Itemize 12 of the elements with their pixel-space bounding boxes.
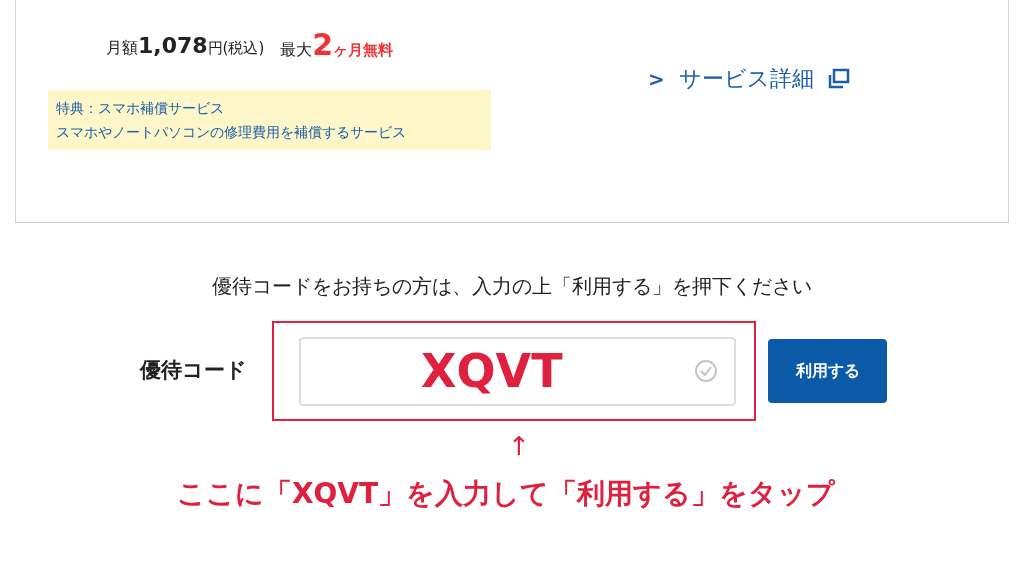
service-details-link[interactable]: > サービス詳細 [648, 62, 850, 95]
arrow-text: ↑ [508, 430, 531, 463]
price-text: 月額1,078円(税込) [106, 32, 265, 60]
benefit-title: 特典：スマホ補償サービス [56, 99, 225, 118]
benefit-description: スマホやノートパソコンの修理費用を補償するサービス [56, 123, 407, 142]
coupon-label: 優待コード [140, 357, 248, 385]
use-button[interactable]: 利用する [768, 339, 887, 403]
annotation-text: ここに「XQVT」を入力して「利用する」をタップ [176, 476, 836, 512]
code-input-field[interactable]: XQVT [299, 336, 736, 406]
instruction-text: 優待コードをお持ちの方は、入力の上「利用する」を押下ください [212, 273, 812, 300]
free-period-text: 最大2ヶ月無料 [280, 30, 394, 62]
external-window-icon [827, 67, 850, 90]
